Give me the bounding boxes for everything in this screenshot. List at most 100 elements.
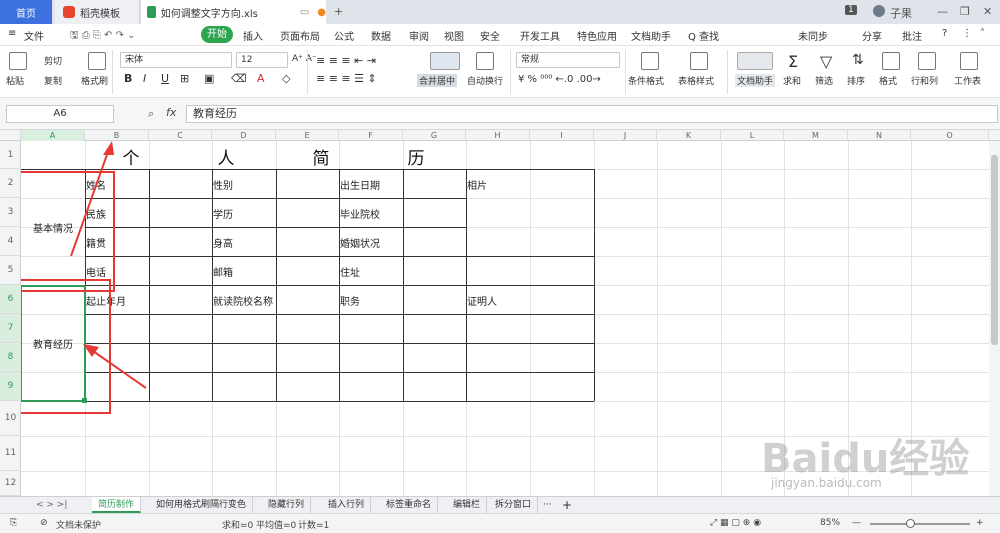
cut-button[interactable]: 剪切 [44, 54, 62, 67]
sheet-tab[interactable]: 如何用格式刷隔行变色 [150, 497, 254, 513]
column-header-h[interactable]: H [466, 130, 530, 141]
menu-review[interactable]: 审阅 [409, 28, 429, 43]
row-header-1[interactable]: 1 [0, 141, 21, 169]
avatar[interactable] [873, 5, 885, 17]
more-sheets-icon[interactable]: ··· [537, 497, 558, 513]
title-char-2[interactable]: 人 [206, 143, 246, 169]
column-header-n[interactable]: N [848, 130, 911, 141]
column-header-g[interactable]: G [403, 130, 466, 141]
menu-formula[interactable]: 公式 [334, 28, 354, 43]
filter-button[interactable]: 筛选 [815, 74, 833, 87]
format-button[interactable]: 格式 [879, 74, 897, 87]
align-top-icons[interactable]: ≡ ≡ ≡ ⇤ ⇥ [316, 54, 376, 67]
menu-developer[interactable]: 开发工具 [520, 28, 560, 43]
merge-center-icon[interactable] [430, 52, 460, 70]
column-header-i[interactable]: I [530, 130, 594, 141]
currency-percent-icons[interactable]: ¥ % ⁰⁰⁰ ←.0 .00→ [518, 74, 601, 85]
sheet-tab[interactable]: 拆分窗口 [489, 497, 539, 513]
sync-status[interactable]: 未同步 [798, 28, 828, 43]
rowcol-button[interactable]: 行和列 [911, 74, 938, 87]
new-tab-button[interactable]: + [334, 5, 343, 18]
sheet-tab[interactable]: 隐藏行列 [262, 497, 312, 513]
fill-color-icon[interactable]: ▣ [204, 72, 214, 85]
worksheet-icon[interactable] [960, 52, 978, 70]
font-color-icon[interactable]: A [257, 72, 265, 85]
table-style-button[interactable]: 表格样式 [678, 74, 714, 87]
scrollbar-thumb[interactable] [991, 155, 998, 345]
add-sheet-icon[interactable]: + [556, 497, 578, 513]
menu-features[interactable]: 特色应用 [577, 28, 617, 43]
minimize-icon[interactable]: — [937, 5, 948, 18]
row-header-7[interactable]: 7 [0, 314, 21, 343]
font-size-select[interactable]: 12 [236, 52, 288, 68]
protect-status[interactable]: 文档未保护 [56, 518, 101, 531]
column-header-o[interactable]: O [911, 130, 989, 141]
cell-degree[interactable]: 学历 [213, 199, 233, 227]
collapse-ribbon-icon[interactable]: ˄ [980, 28, 985, 39]
sheet-tab[interactable]: 编辑栏 [447, 497, 488, 513]
fx-icon[interactable]: fx [166, 106, 176, 119]
menu-view[interactable]: 视图 [444, 28, 464, 43]
wrap-text-button[interactable]: 自动换行 [467, 74, 503, 87]
column-header-d[interactable]: D [212, 130, 276, 141]
column-header-m[interactable]: M [784, 130, 848, 141]
cell-school[interactable]: 毕业院校 [340, 199, 380, 227]
tab-home[interactable]: 首页 [0, 0, 52, 24]
column-header-f[interactable]: F [339, 130, 403, 141]
tab-template[interactable]: 稻壳模板 [55, 0, 140, 24]
sort-button[interactable]: 排序 [847, 74, 865, 87]
menu-page-layout[interactable]: 页面布局 [280, 28, 320, 43]
menu-security[interactable]: 安全 [480, 28, 500, 43]
conditional-format-icon[interactable] [641, 52, 659, 70]
cell-position[interactable]: 职务 [340, 286, 360, 314]
sum-icon[interactable]: Σ [788, 52, 798, 71]
zoom-search-icon[interactable]: ⌕ [148, 107, 154, 121]
cell-email[interactable]: 邮箱 [213, 257, 233, 285]
spreadsheet-grid[interactable]: 个 人 简 历 基本情况 教育经历 姓名 性别 出生日期 相片 民族 学历 毕业… [21, 141, 989, 496]
zoom-in-icon[interactable]: + [976, 518, 984, 528]
merge-center-button[interactable]: 合并居中 [417, 74, 458, 87]
underline-button[interactable]: U [161, 72, 169, 85]
menu-start[interactable]: 开始 [201, 26, 233, 43]
zoom-out-icon[interactable]: — [852, 518, 861, 528]
filter-icon[interactable]: ▽ [820, 52, 832, 71]
clear-icon[interactable]: ◇ [282, 72, 290, 85]
sort-icon[interactable]: ⇅ [852, 52, 864, 68]
view-mode-icons[interactable]: ⤢ ▦ ▢ ⊕ ◉ [710, 518, 761, 528]
row-header-5[interactable]: 5 [0, 256, 21, 285]
share-button[interactable]: 分享 [862, 28, 882, 43]
worksheet-button[interactable]: 工作表 [954, 74, 981, 87]
cell-address[interactable]: 住址 [340, 257, 360, 285]
border-icon[interactable]: ⊞ [180, 72, 189, 85]
cell-height[interactable]: 身高 [213, 228, 233, 256]
row-header-3[interactable]: 3 [0, 198, 21, 227]
help-icon[interactable]: ? [942, 28, 947, 39]
row-header-11[interactable]: 11 [0, 436, 21, 471]
tab-file[interactable]: 如何调整文字方向.xls ▭ ● [141, 0, 326, 24]
macro-icon[interactable]: ⎘ [10, 518, 17, 528]
align-left-icons[interactable]: ≡ ≡ ≡ ☰ ⇕ [316, 72, 377, 85]
row-header-8[interactable]: 8 [0, 343, 21, 372]
column-header-k[interactable]: K [657, 130, 721, 141]
title-char-3[interactable]: 简 [301, 143, 341, 169]
comment-button[interactable]: 批注 [902, 28, 922, 43]
rowcol-icon[interactable] [918, 52, 936, 70]
sheet-tab[interactable]: 插入行列 [322, 497, 372, 513]
name-box[interactable]: A6 [6, 105, 114, 123]
font-family-select[interactable]: 宋体 [120, 52, 232, 68]
column-header-l[interactable]: L [721, 130, 784, 141]
zoom-slider[interactable] [870, 523, 970, 525]
user-name[interactable]: 子果 [890, 5, 912, 21]
conditional-format-button[interactable]: 条件格式 [628, 74, 664, 87]
copy-button[interactable]: 复制 [44, 74, 62, 87]
row-header-9[interactable]: 9 [0, 372, 21, 401]
menu-doc-assistant[interactable]: 文档助手 [631, 28, 671, 43]
sheet-tab-active[interactable]: 简历制作 [92, 497, 142, 513]
format-painter-icon[interactable] [88, 52, 106, 70]
paste-icon[interactable] [9, 52, 27, 70]
hamburger-icon[interactable]: ≡ [8, 28, 16, 39]
wrap-text-icon[interactable] [476, 52, 494, 70]
format-icon[interactable] [882, 52, 900, 70]
format-painter-button[interactable]: 格式刷 [81, 74, 108, 87]
number-format-select[interactable]: 常规 [516, 52, 620, 68]
